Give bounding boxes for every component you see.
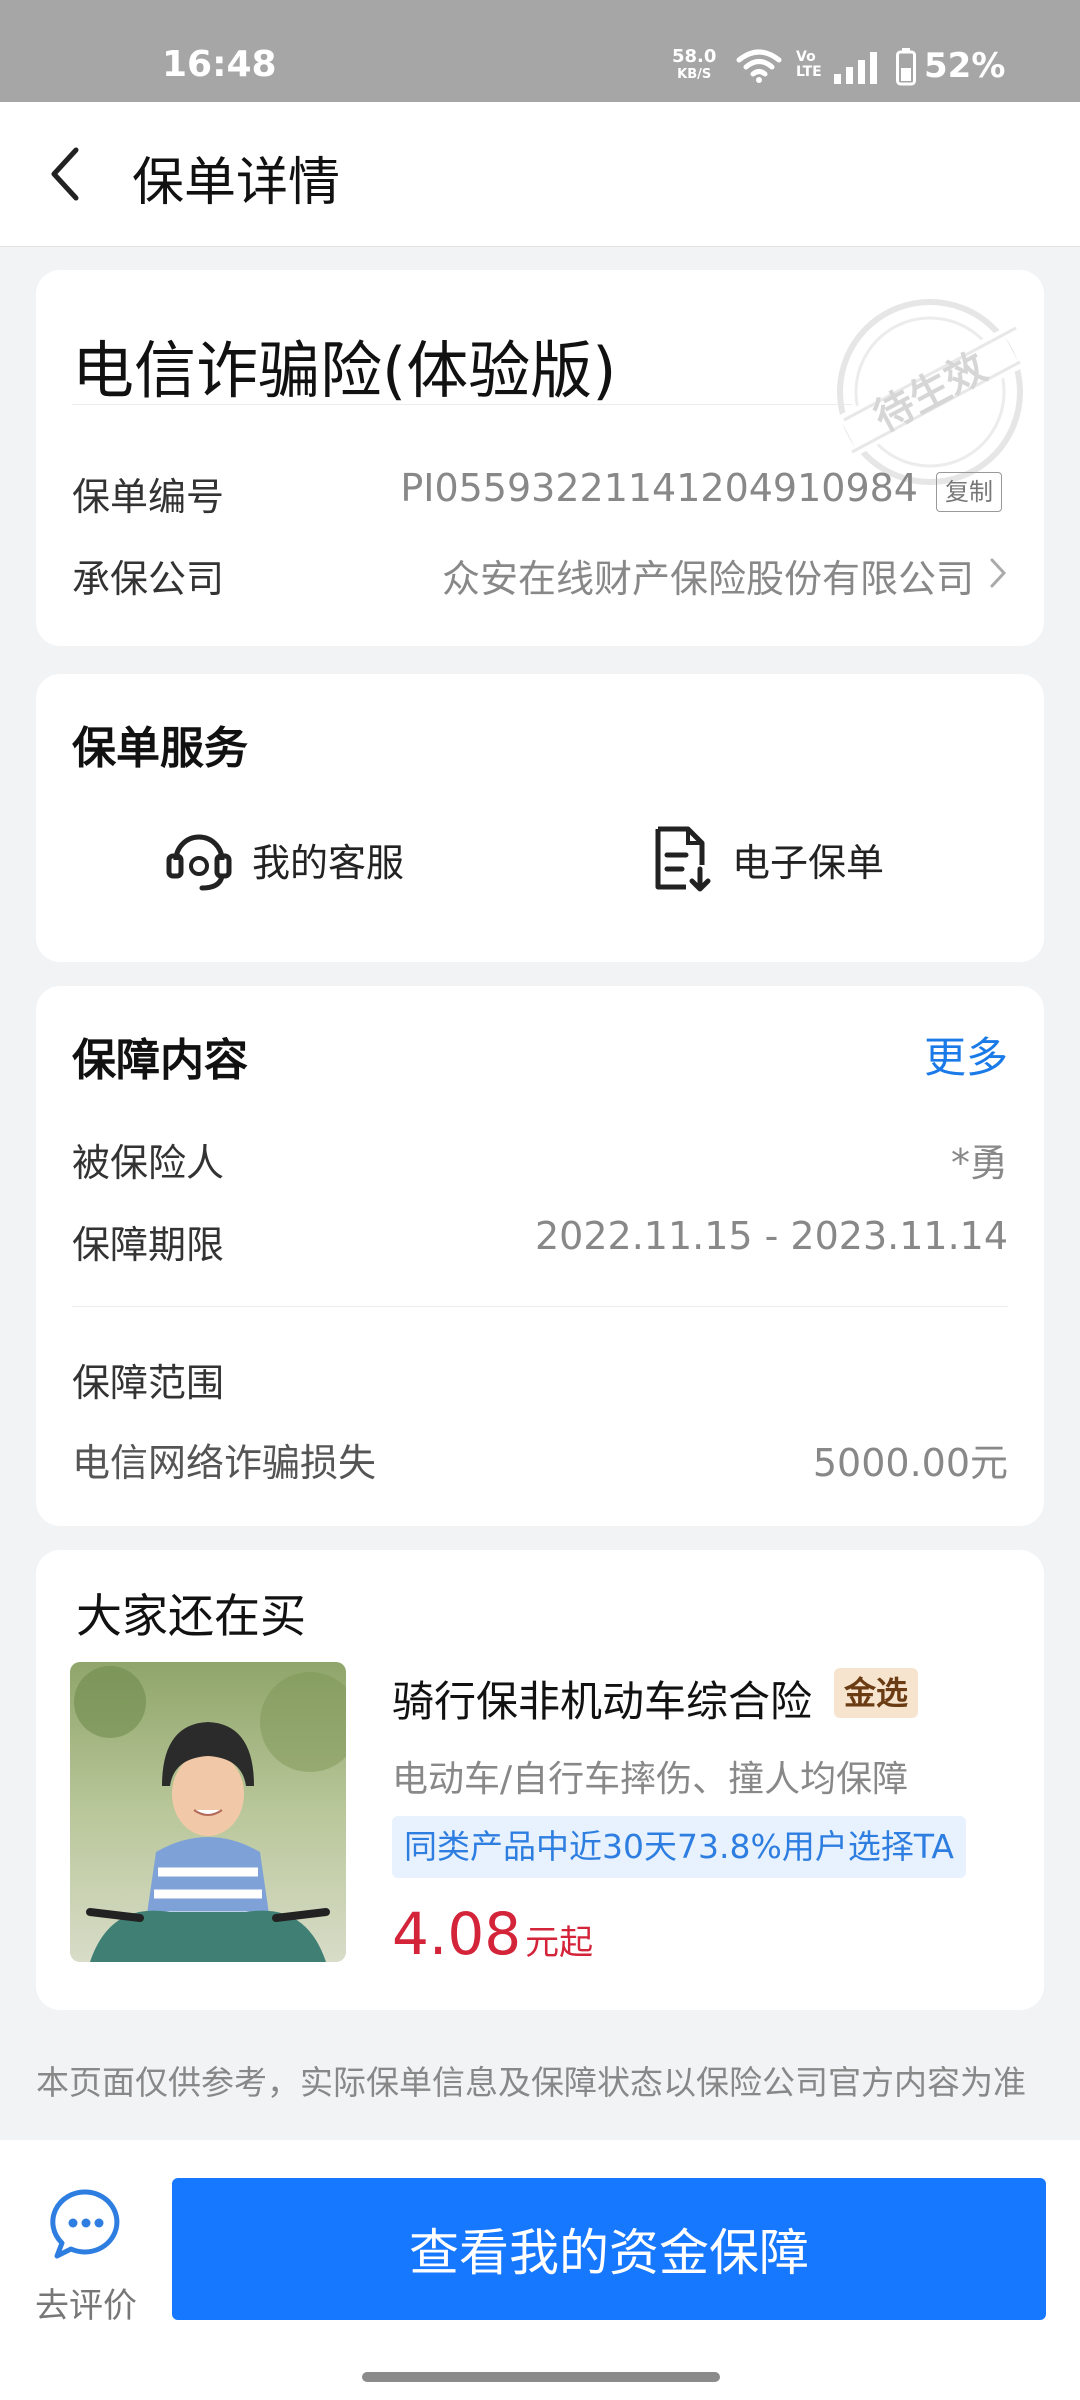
volte-indicator: Vo LTE <box>796 50 822 80</box>
policy-number-value: PI05593221141204910984 <box>400 466 918 510</box>
volte-top: Vo <box>796 49 816 65</box>
battery-icon <box>896 48 916 86</box>
scope-item-value: 5000.00元 <box>812 1441 1008 1485</box>
divider <box>72 1306 1008 1307</box>
view-fund-protection-button[interactable]: 查看我的资金保障 <box>172 2178 1046 2320</box>
scope-item-label: 电信网络诈骗损失 <box>72 1441 377 1485</box>
popularity-badge: 同类产品中近30天73.8%用户选择TA <box>392 1816 966 1878</box>
wifi-icon <box>736 49 782 83</box>
recommend-title: 大家还在买 <box>76 1589 306 1643</box>
battery-percent: 52% <box>924 46 1006 86</box>
home-indicator[interactable] <box>362 2372 720 2382</box>
status-bar: 16:48 58.0 KB/S Vo LTE 52% <box>0 0 1080 102</box>
price-unit: 元起 <box>525 1923 594 1963</box>
headset-icon <box>166 834 232 891</box>
scope-label: 保障范围 <box>72 1361 225 1405</box>
signal-icon <box>834 52 877 84</box>
chat-bubble-icon <box>50 2189 120 2259</box>
product-image <box>70 1662 346 1962</box>
company-value: 众安在线财产保险股份有限公司 <box>441 557 974 601</box>
copy-button[interactable]: 复制 <box>936 472 1002 512</box>
services-title: 保单服务 <box>72 723 248 774</box>
divider <box>72 404 852 405</box>
net-speed: 58.0 KB/S <box>672 48 716 84</box>
insured-label: 被保险人 <box>72 1141 225 1185</box>
period-value: 2022.11.15 - 2023.11.14 <box>534 1214 1008 1258</box>
coverage-card: 保障内容 更多 被保险人 *勇 保障期限 2022.11.15 - 2023.1… <box>36 986 1044 1526</box>
policy-services-card: 保单服务 我的客服 电子保单 <box>36 674 1044 962</box>
coverage-title: 保障内容 <box>72 1035 248 1086</box>
customer-service-button[interactable]: 我的客服 <box>164 819 404 899</box>
review-label: 去评价 <box>35 2286 137 2326</box>
net-speed-unit: KB/S <box>677 67 712 82</box>
pending-stamp: 待生效 <box>837 299 1023 485</box>
disclaimer-text: 本页面仅供参考，实际保单信息及保障状态以保险公司官方内容为准 <box>36 2063 1026 2102</box>
bottom-action-bar: 去评价 查看我的资金保障 <box>0 2140 1080 2400</box>
price-value: 4.08 <box>392 1900 522 1968</box>
policy-info-card: 电信诈骗险(体验版) 待生效 保单编号 PI055932211412049109… <box>36 270 1044 646</box>
company-label: 承保公司 <box>72 557 225 601</box>
product-price: 4.08 元起 <box>392 1900 593 1968</box>
recommend-card[interactable]: 大家还在买 骑行保非机动车综合险 金选 电动车/自行车摔伤、撞人均保障 同类产品… <box>36 1550 1044 2010</box>
customer-service-label: 我的客服 <box>252 840 405 885</box>
stamp-text: 待生效 <box>867 344 995 441</box>
status-time: 16:48 <box>162 44 277 85</box>
review-button[interactable]: 去评价 <box>24 2188 148 2326</box>
document-download-icon <box>655 826 711 892</box>
net-speed-value: 58.0 <box>672 46 717 67</box>
gold-select-tag: 金选 <box>834 1668 919 1718</box>
product-name: 骑行保非机动车综合险 <box>392 1677 813 1726</box>
chevron-right-icon <box>990 558 1007 588</box>
period-label: 保障期限 <box>72 1223 225 1267</box>
insured-value: *勇 <box>950 1141 1008 1185</box>
back-arrow-icon[interactable] <box>42 144 90 204</box>
e-policy-button[interactable]: 电子保单 <box>650 819 884 899</box>
volte-bottom: LTE <box>796 64 822 80</box>
e-policy-label: 电子保单 <box>732 840 885 885</box>
more-link[interactable]: 更多 <box>924 1024 1008 1085</box>
page-title: 保单详情 <box>132 153 341 213</box>
product-desc: 电动车/自行车摔伤、撞人均保障 <box>392 1759 909 1800</box>
nav-bar: 保单详情 <box>0 102 1080 247</box>
policy-number-label: 保单编号 <box>72 475 225 519</box>
policy-name: 电信诈骗险(体验版) <box>72 334 617 407</box>
